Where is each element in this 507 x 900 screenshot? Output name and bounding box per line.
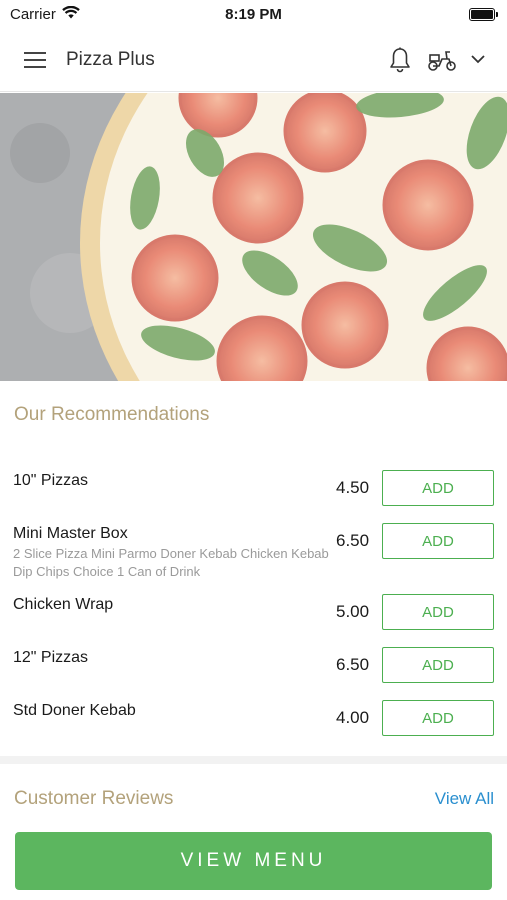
add-button[interactable]: ADD bbox=[382, 700, 494, 736]
hamburger-menu-icon[interactable] bbox=[18, 43, 52, 77]
wifi-icon bbox=[62, 5, 80, 23]
add-button[interactable]: ADD bbox=[382, 523, 494, 559]
bell-icon[interactable] bbox=[383, 43, 417, 77]
item-name: Std Doner Kebab bbox=[13, 702, 136, 719]
item-name: 12" Pizzas bbox=[13, 649, 89, 666]
app-header: Pizza Plus bbox=[0, 28, 507, 92]
item-name: Chicken Wrap bbox=[13, 596, 114, 613]
view-all-link[interactable]: View All bbox=[435, 789, 494, 809]
scooter-icon[interactable] bbox=[425, 43, 459, 77]
item-price: 6.50 bbox=[336, 655, 370, 674]
view-menu-button[interactable]: VIEW MENU bbox=[15, 832, 492, 890]
app-title: Pizza Plus bbox=[66, 48, 155, 70]
item-name: 10" Pizzas bbox=[13, 472, 89, 489]
status-bar: Carrier 8:19 PM bbox=[0, 0, 507, 28]
item-price: 5.00 bbox=[336, 602, 370, 621]
hero-pizza-image bbox=[0, 93, 507, 381]
item-name: Mini Master Box bbox=[13, 525, 128, 542]
add-button[interactable]: ADD bbox=[382, 647, 494, 683]
chevron-down-icon[interactable] bbox=[461, 43, 495, 77]
item-price: 6.50 bbox=[336, 531, 370, 550]
item-price: 4.00 bbox=[336, 708, 370, 727]
item-description: 2 Slice Pizza Mini Parmo Doner Kebab Chi… bbox=[13, 546, 329, 579]
section-divider bbox=[0, 756, 507, 764]
battery-icon bbox=[469, 7, 498, 21]
status-left: Carrier bbox=[10, 5, 80, 23]
recommendations-title: Our Recommendations bbox=[14, 404, 210, 425]
carrier-label: Carrier bbox=[10, 5, 56, 23]
reviews-title: Customer Reviews bbox=[14, 788, 174, 809]
item-price: 4.50 bbox=[336, 478, 370, 497]
add-button[interactable]: ADD bbox=[382, 594, 494, 630]
add-button[interactable]: ADD bbox=[382, 470, 494, 506]
